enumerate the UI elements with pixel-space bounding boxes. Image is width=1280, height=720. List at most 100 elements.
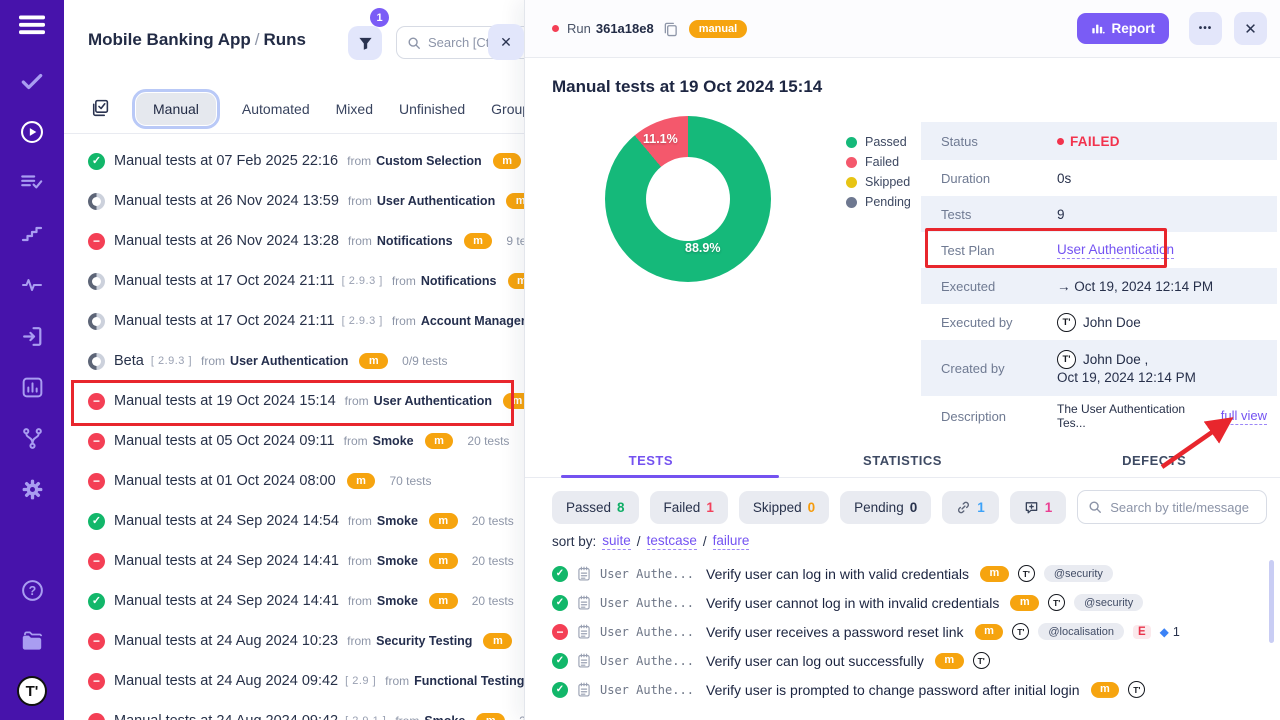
manual-type-badge: m (980, 566, 1009, 582)
close-panel-button[interactable]: ✕ (1234, 12, 1267, 45)
test-status-icon (552, 682, 568, 698)
bulk-select-icon[interactable] (88, 98, 110, 120)
manual-type-badge: m (503, 393, 524, 409)
profile-logo-icon[interactable]: T' (17, 676, 47, 706)
runs-play-icon[interactable] (19, 119, 45, 145)
run-name: Manual tests at 26 Nov 2024 13:59 (114, 193, 339, 209)
run-list-item[interactable]: Manual tests at 17 Oct 2024 21:11 [ 2.9.… (64, 261, 524, 301)
settings-gear-icon[interactable] (19, 476, 45, 502)
defect-count[interactable]: ◆1 (1160, 625, 1180, 639)
copy-icon[interactable] (663, 21, 678, 37)
assignee-avatar: T' (1128, 681, 1145, 698)
tab-statistics[interactable]: STATISTICS (777, 447, 1029, 477)
breadcrumb-project[interactable]: Mobile Banking App (88, 30, 251, 49)
import-run-icon[interactable] (19, 323, 45, 349)
run-tests-count: 20 tests (472, 554, 514, 568)
menu-icon[interactable] (19, 12, 45, 38)
tab-manual[interactable]: Manual (136, 93, 216, 125)
tests-check-icon[interactable] (19, 68, 45, 94)
run-id: 361a18e8 (596, 21, 654, 36)
help-icon[interactable]: ? (19, 577, 45, 603)
chip-skipped[interactable]: Skipped0 (739, 491, 829, 524)
chip-links[interactable]: 1 (942, 491, 999, 524)
sort-separator: / (703, 534, 707, 549)
test-tag[interactable]: @security (1044, 565, 1113, 582)
sort-by-suite[interactable]: suite (602, 533, 631, 550)
tab-mixed[interactable]: Mixed (336, 101, 373, 117)
test-status-icon (552, 566, 568, 582)
assignee-avatar: T' (973, 652, 990, 669)
legend-item-pending[interactable]: Pending (846, 192, 911, 212)
run-list-item[interactable]: Manual tests at 26 Nov 2024 13:59 from U… (64, 181, 524, 221)
legend-label: Failed (865, 155, 899, 169)
run-status-icon (88, 473, 105, 490)
run-list-item[interactable]: Beta [ 2.9.3 ] from User Authentication … (64, 341, 524, 381)
error-badge[interactable]: E (1133, 625, 1151, 639)
analytics-icon[interactable] (19, 374, 45, 400)
run-name: Manual tests at 24 Aug 2024 10:23 (114, 633, 338, 649)
tests-scrollbar[interactable] (1269, 560, 1274, 643)
test-row[interactable]: User Authe... Verify user can log in wit… (552, 559, 1272, 588)
pulse-icon[interactable] (19, 272, 45, 298)
manual-type-badge: m (483, 633, 512, 649)
results-list-icon[interactable] (19, 170, 45, 196)
legend-item-skipped[interactable]: Skipped (846, 172, 911, 192)
tab-automated[interactable]: Automated (242, 101, 310, 117)
full-view-link[interactable]: full view (1221, 408, 1267, 425)
passed-count: 8 (617, 500, 625, 515)
test-title: Verify user is prompted to change passwo… (706, 682, 1080, 698)
steps-icon[interactable] (19, 221, 45, 247)
summary-row-executed: Executed → Oct 19, 2024 12:14 PM (921, 268, 1277, 304)
run-from-label: from (345, 394, 369, 408)
run-list-item[interactable]: Manual tests at 05 Oct 2024 09:11 from S… (64, 421, 524, 461)
bar-chart-icon (1091, 22, 1105, 36)
projects-folder-icon[interactable] (19, 628, 45, 654)
test-row[interactable]: User Authe... Verify user cannot log in … (552, 588, 1272, 617)
tab-unfinished[interactable]: Unfinished (399, 101, 465, 117)
run-list-item[interactable]: Manual tests at 24 Aug 2024 09:42 [ 2.9.… (64, 701, 524, 720)
run-from-label: from (392, 274, 416, 288)
search-clear-button[interactable]: ✕ (488, 24, 524, 60)
run-list-item[interactable]: Manual tests at 24 Sep 2024 14:41 from S… (64, 581, 524, 621)
tests-search-input[interactable] (1110, 500, 1256, 515)
run-list-item[interactable]: Manual tests at 17 Oct 2024 21:11 [ 2.9.… (64, 301, 524, 341)
run-list-item[interactable]: Manual tests at 24 Sep 2024 14:41 from S… (64, 541, 524, 581)
active-tab-underline (561, 475, 779, 478)
sort-by-failure[interactable]: failure (713, 533, 750, 550)
run-from-label: from (392, 314, 416, 328)
run-list-item[interactable]: Manual tests at 24 Aug 2024 09:42 [ 2.9 … (64, 661, 524, 701)
more-options-button[interactable]: ••• (1189, 12, 1222, 45)
run-list-item[interactable]: Manual tests at 24 Sep 2024 14:54 from S… (64, 501, 524, 541)
run-list-item[interactable]: Manual tests at 01 Oct 2024 08:00 m 70 t… (64, 461, 524, 501)
legend-item-failed[interactable]: Failed (846, 152, 911, 172)
test-tag[interactable]: @localisation (1038, 623, 1124, 640)
tab-tests[interactable]: TESTS (525, 447, 777, 477)
run-list-item[interactable]: Manual tests at 24 Aug 2024 10:23 from S… (64, 621, 524, 661)
report-button[interactable]: Report (1077, 13, 1170, 44)
run-from-label: from (347, 634, 371, 648)
run-status-icon (88, 313, 105, 330)
summary-label: Created by (941, 361, 1057, 376)
chip-passed[interactable]: Passed8 (552, 491, 639, 524)
chip-comments[interactable]: 1 (1010, 491, 1067, 524)
test-row[interactable]: User Authe... Verify user can log out su… (552, 646, 1272, 675)
tab-defects[interactable]: DEFECTS (1028, 447, 1280, 477)
test-plan-link[interactable]: User Authentication (1057, 242, 1174, 259)
tests-search[interactable] (1077, 490, 1267, 524)
run-list-item[interactable]: Manual tests at 19 Oct 2024 15:14 from U… (64, 381, 524, 421)
tab-groups[interactable]: Groups (491, 101, 524, 117)
branches-icon[interactable] (19, 425, 45, 451)
test-row[interactable]: User Authe... Verify user receives a pas… (552, 617, 1272, 646)
filter-button[interactable] (348, 26, 382, 60)
run-list-item[interactable]: Manual tests at 26 Nov 2024 13:28 from N… (64, 221, 524, 261)
run-name: Manual tests at 24 Sep 2024 14:41 (114, 553, 339, 569)
legend-item-passed[interactable]: Passed (846, 132, 911, 152)
chip-failed[interactable]: Failed1 (650, 491, 728, 524)
test-tag[interactable]: @security (1074, 594, 1143, 611)
run-tests-count: 20 tests (472, 594, 514, 608)
test-row[interactable]: User Authe... Verify user is prompted to… (552, 675, 1272, 704)
run-list-item[interactable]: Manual tests at 07 Feb 2025 22:16 from C… (64, 141, 524, 181)
chip-pending[interactable]: Pending0 (840, 491, 931, 524)
run-suite-name: Smoke (377, 594, 418, 608)
sort-by-testcase[interactable]: testcase (647, 533, 697, 550)
